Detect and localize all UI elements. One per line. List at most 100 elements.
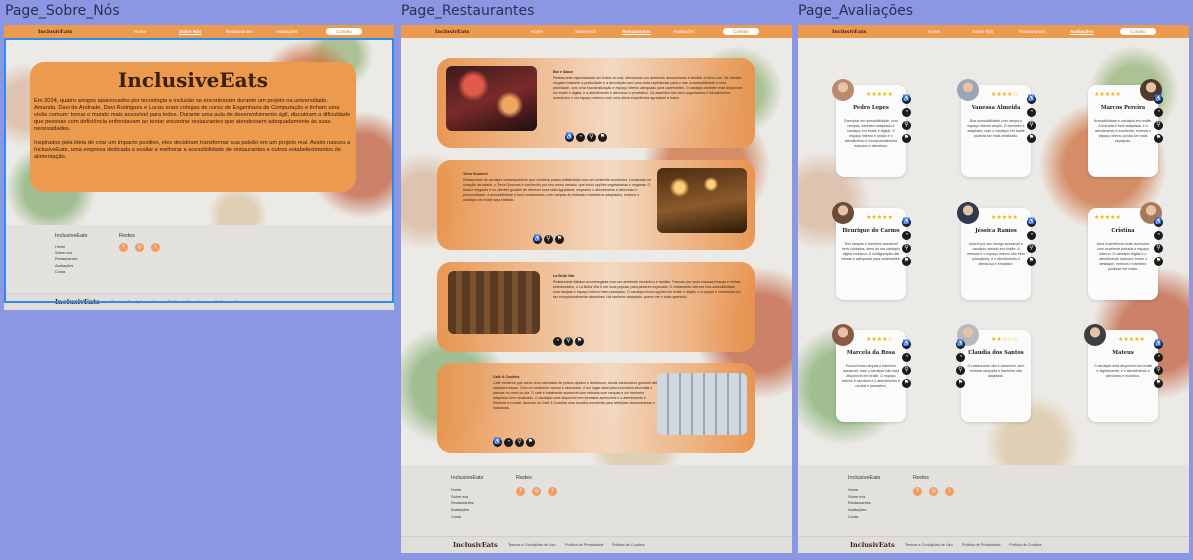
footer-bar-logo: InclusivEats [55,298,100,306]
footer-bar-logo: InclusivEats [453,541,498,549]
footer-privacy-link[interactable]: Política de Privacidade [962,543,1001,547]
restaurant-name: Terra Gourmet [463,172,488,176]
restaurant-description: Terra Gourmet Restaurante de cardápio co… [463,172,653,203]
accessibility-icons: ♿ ◔ ⚲ ⚑ [902,218,911,266]
nav-avaliacoes[interactable]: Avaliações [673,29,695,34]
braille-icon: ♿ [1154,218,1163,227]
reviewer-name: Jéssica Ramos [975,228,1017,234]
footer-link-conta[interactable]: Conta [55,269,78,275]
nav-restaurantes[interactable]: Restaurantes [226,29,253,34]
footer-privacy-link[interactable]: Política de Privacidade [565,543,604,547]
restaurant-card-3[interactable]: La Bella Vita Restaurante italiano aconc… [437,262,755,352]
footer-link-restaurantes[interactable]: Restaurantes [451,500,474,507]
frame-title-sobre: Page_Sobre_Nós [5,3,120,19]
avatar [832,79,854,101]
nav-logo[interactable]: InclusivEats [435,29,469,35]
footer-cookies-link[interactable]: Política de Cookies [1009,543,1042,547]
nav-contato-button[interactable]: Contato [326,28,362,35]
footer-terms-link[interactable]: Termos e Condições de Uso [111,300,159,304]
nav-home[interactable]: Home [928,29,940,34]
hearing-icon: ⚲ [902,244,911,253]
nav-restaurantes[interactable]: Restaurantes [1019,29,1046,34]
instagram-icon[interactable]: ◎ [929,487,938,496]
instagram-icon[interactable]: ◎ [135,243,144,252]
nav-home[interactable]: Home [531,29,543,34]
nav-avaliacoes[interactable]: Avaliações [1070,29,1093,34]
facebook-icon[interactable]: f [913,487,922,496]
footer-link-home[interactable]: Home [848,487,871,494]
facebook-icon[interactable]: f [516,487,525,496]
ramp-icon: ⚑ [1027,134,1036,143]
footer-link-avaliacoes[interactable]: Avaliações [451,507,474,514]
hearing-icon: ⚲ [564,337,573,346]
footer-cookies-link[interactable]: Política de Cookies [612,543,645,547]
avatar [832,324,854,346]
footer-link-conta[interactable]: Conta [848,514,871,521]
footer-link-restaurantes[interactable]: Restaurantes [55,256,78,262]
footer-privacy-link[interactable]: Política de Privacidade [168,300,207,304]
navbar: InclusivEats Home Sobre Nós Restaurantes… [798,25,1189,38]
footer-link-avaliacoes[interactable]: Avaliações [848,507,871,514]
facebook-icon[interactable]: f [119,243,128,252]
footer-link-sobre[interactable]: Sobre nós [848,494,871,501]
review-text: Acessibilidade e cardápio em braille. A … [1093,119,1153,143]
review-card: ★★★★☆ Vanessa Almeida Boa acessibilidade c… [957,79,1036,177]
footer-redes-title: Redes [913,475,929,481]
accessibility-icons: ♿ ◔ ⚲ ⚑ [902,340,911,388]
twitter-icon[interactable]: t [548,487,557,496]
accessibility-icons: ♿ ◔ ⚲ ⚑ [1154,95,1163,143]
accessibility-icons: ♿ ◔ ⚲ ⚑ [1027,95,1036,143]
restaurant-text: Café moderno que serve uma variedade de … [493,381,658,410]
footer-terms-link[interactable]: Termos e Condições de Uso [905,543,953,547]
nav-contato-button[interactable]: Contato [723,28,759,35]
braille-icon: ♿ [902,340,911,349]
footer-brand: InclusiveEats [848,475,881,481]
ramp-icon: ⚑ [1154,134,1163,143]
restaurant-name: La Bella Vita [553,274,575,278]
about-paragraph-2: Inspirados pela ideia de criar um impact… [34,140,351,160]
ramp-icon: ⚑ [1154,379,1163,388]
restaurant-name: Bar e Sabor [553,70,574,74]
star-rating: ★★★★★ [866,92,893,98]
instagram-icon[interactable]: ◎ [532,487,541,496]
nav-logo[interactable]: InclusivEats [38,29,72,35]
frame-restaurantes: InclusivEats Home Sobre Nós Restaurantes… [401,25,792,553]
ramp-icon: ⚑ [1027,257,1036,266]
nav-home[interactable]: Home [134,29,146,34]
frame-avaliacoes: InclusivEats Home Sobre Nós Restaurantes… [798,25,1189,553]
footer-link-conta[interactable]: Conta [451,514,474,521]
review-card: ★★☆☆☆ Claudia dos Santos O restaurante não… [956,324,1031,422]
wheelchair-icon: ◔ [902,108,911,117]
restaurant-card-4[interactable]: Café & Cozinha Café moderno que serve um… [437,363,755,453]
nav-sobre-nos[interactable]: Sobre Nós [179,29,202,34]
restaurant-card-1[interactable]: Bar e Sabor Restaurante especializado em… [437,58,755,148]
nav-restaurantes[interactable]: Restaurantes [622,29,651,34]
footer-cookies-link[interactable]: Política de Cookies [215,300,248,304]
hearing-icon: ⚲ [1154,366,1163,375]
nav-sobre-nos[interactable]: Sobre Nós [575,29,596,34]
footer-link-restaurantes[interactable]: Restaurantes [848,500,871,507]
restaurant-description: La Bella Vita Restaurante italiano aconc… [553,274,743,300]
restaurant-card-2[interactable]: Terra Gourmet Restaurante de cardápio co… [437,160,755,250]
accessibility-icons: ♿ ◔ ⚲ ⚑ [493,438,535,447]
review-text: Possui boas rampas e banheiro acessível,… [841,364,901,388]
footer-terms-link[interactable]: Termos e Condições de Uso [508,543,556,547]
nav-logo[interactable]: InclusivEats [832,29,866,35]
hearing-icon: ⚲ [1027,121,1036,130]
footer-link-home[interactable]: Home [451,487,474,494]
twitter-icon[interactable]: t [151,243,160,252]
footer-link-sobre[interactable]: Sobre nós [451,494,474,501]
restaurant-description: Bar e Sabor Restaurante especializado em… [553,70,743,101]
review-card: ★★★★★ Henrique do Carmo Tem rampas e banhe… [832,202,911,300]
wheelchair-icon: ◔ [1027,231,1036,240]
nav-avaliacoes[interactable]: Avaliações [276,29,298,34]
wheelchair-icon: ◔ [902,353,911,362]
footer-redes-title: Redes [516,475,532,481]
nav-contato-button[interactable]: Contato [1120,28,1156,35]
restaurant-text: Restaurante especializado em frutos do m… [553,76,743,100]
restaurant-description: Café & Cozinha Café moderno que serve um… [493,375,658,411]
star-rating: ★★★★☆ [866,337,893,343]
twitter-icon[interactable]: t [945,487,954,496]
nav-sobre-nos[interactable]: Sobre Nós [972,29,993,34]
braille-icon: ◔ [553,337,562,346]
